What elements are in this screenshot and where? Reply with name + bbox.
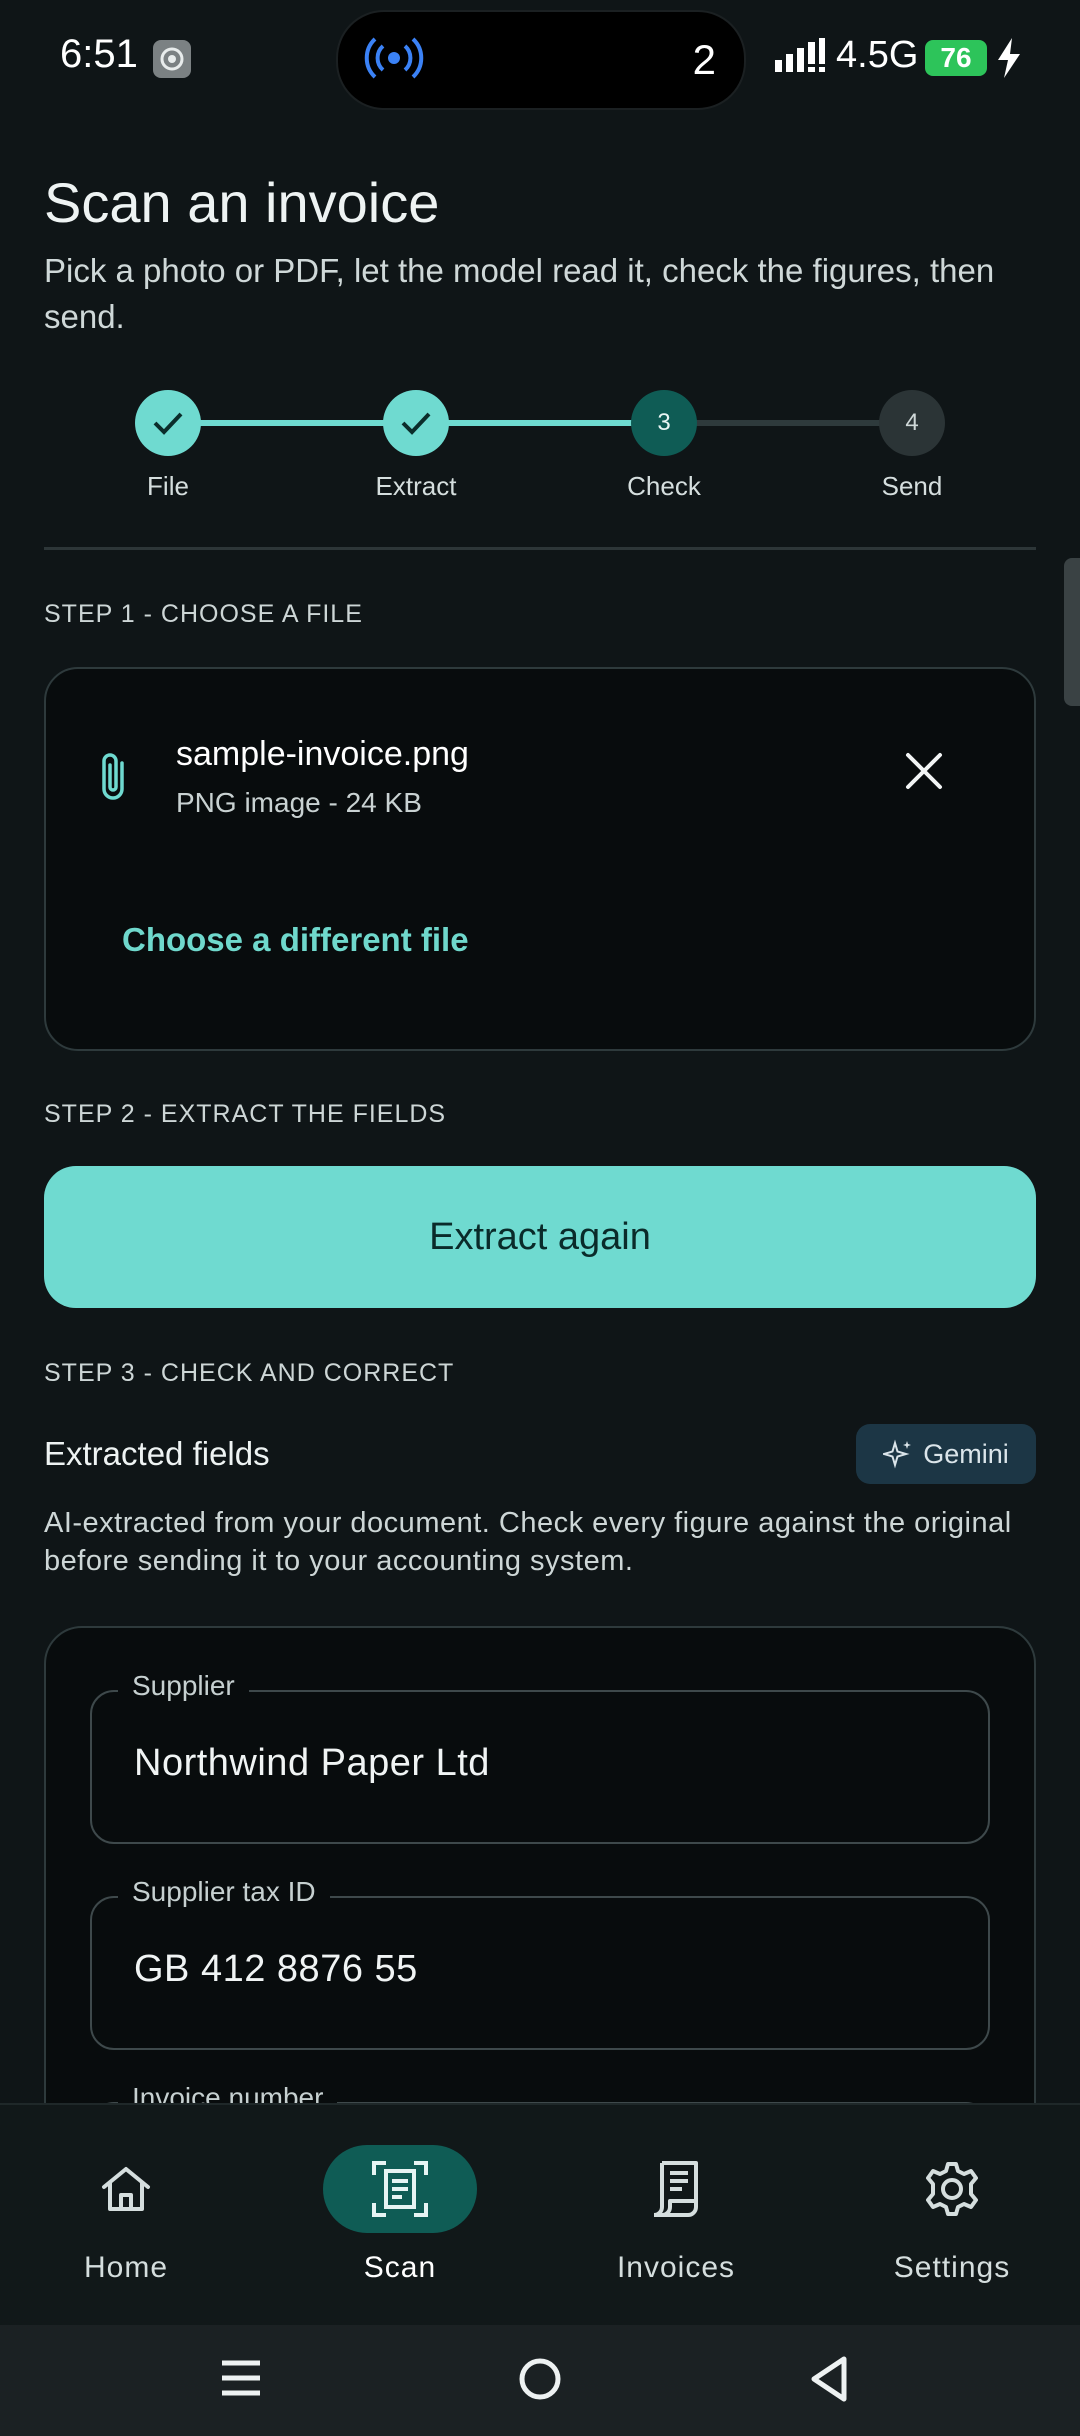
file-meta: PNG image - 24 KB — [176, 787, 422, 818]
selected-file-card: sample-invoice.png PNG image - 24 KB Cho… — [44, 667, 1036, 1051]
step1-heading: STEP 1 - CHOOSE A FILE — [44, 600, 363, 628]
island-count: 2 — [692, 36, 716, 83]
supplier-tax-id-value[interactable]: GB 412 8876 55 — [134, 1948, 418, 1991]
battery-level: 76 — [925, 40, 987, 76]
extract-again-button[interactable]: Extract again — [44, 1166, 1036, 1308]
charging-icon — [996, 38, 1022, 83]
nav-invoices-label: Invoices — [616, 2251, 736, 2284]
nav-invoices[interactable]: Invoices — [576, 2145, 776, 2285]
stepper-track-pending — [664, 420, 912, 426]
sparkle-icon — [883, 1439, 912, 1469]
model-chip: Gemini — [856, 1424, 1036, 1484]
nav-home[interactable]: Home — [26, 2145, 226, 2285]
step-label-check: Check — [627, 471, 701, 501]
header-divider — [44, 547, 1036, 550]
step-file-check-icon — [135, 390, 201, 456]
back-triangle-icon — [811, 2356, 847, 2402]
nav-scan-label: Scan — [363, 2251, 437, 2284]
step-extract-check-icon — [383, 390, 449, 456]
step-check-number: 3 — [631, 390, 697, 456]
scrollbar[interactable] — [1064, 558, 1080, 706]
stepper-track-done-1 — [168, 420, 416, 426]
choose-different-file-link[interactable]: Choose a different file — [122, 921, 469, 959]
step-label-file: File — [147, 471, 189, 501]
gear-icon — [926, 2162, 978, 2216]
step-label-send: Send — [881, 471, 943, 501]
file-name: sample-invoice.png — [176, 735, 469, 773]
status-time: 6:51 — [60, 32, 138, 76]
nav-settings[interactable]: Settings — [852, 2145, 1052, 2285]
nav-scan[interactable]: Scan — [300, 2145, 500, 2285]
stepper-track-done-2 — [416, 420, 664, 426]
progress-stepper: 3 4 File Extract Check Send — [44, 385, 1036, 505]
nav-home-label: Home — [83, 2251, 169, 2284]
attachment-icon — [96, 749, 130, 810]
receipt-icon — [653, 2161, 698, 2217]
status-bar: 6:51 2 4.5G 76 — [0, 0, 1080, 118]
close-icon — [906, 753, 942, 789]
step3-heading: STEP 3 - CHECK AND CORRECT — [44, 1359, 455, 1387]
supplier-tax-id-label: Supplier tax ID — [118, 1876, 330, 1908]
step-send-number: 4 — [879, 390, 945, 456]
step-label-extract: Extract — [375, 471, 457, 501]
model-chip-label: Gemini — [923, 1438, 1009, 1469]
nav-settings-label: Settings — [893, 2251, 1011, 2284]
supplier-field[interactable]: Supplier Northwind Paper Ltd — [90, 1670, 990, 1844]
home-icon — [102, 2167, 150, 2211]
back-button[interactable] — [808, 2355, 852, 2408]
page-title: Scan an invoice — [44, 171, 440, 234]
recent-apps-button[interactable] — [218, 2355, 264, 2406]
page-subtitle: Pick a photo or PDF, let the model read … — [44, 252, 995, 335]
scan-icon — [372, 2161, 428, 2217]
supplier-tax-id-field[interactable]: Supplier tax ID GB 412 8876 55 — [90, 1876, 990, 2050]
extracted-fields-description: AI-extracted from your document. Check e… — [44, 1507, 1012, 1577]
bottom-navigation: Home Scan Invoices Settings — [0, 2103, 1080, 2327]
circle-home-icon — [519, 2358, 561, 2400]
menu-icon — [222, 2360, 260, 2396]
settings-notification-icon — [153, 40, 191, 78]
system-navigation-bar — [0, 2325, 1080, 2436]
remove-file-button[interactable] — [904, 751, 944, 796]
step2-heading: STEP 2 - EXTRACT THE FIELDS — [44, 1100, 447, 1128]
supplier-field-value[interactable]: Northwind Paper Ltd — [134, 1742, 490, 1785]
supplier-field-label: Supplier — [118, 1670, 249, 1702]
home-system-button[interactable] — [516, 2355, 564, 2408]
network-type: 4.5G — [836, 34, 919, 76]
signal-icon — [775, 38, 825, 79]
broadcast-icon — [364, 32, 424, 89]
dynamic-island: 2 — [336, 10, 746, 110]
extracted-fields-title: Extracted fields — [44, 1435, 270, 1472]
